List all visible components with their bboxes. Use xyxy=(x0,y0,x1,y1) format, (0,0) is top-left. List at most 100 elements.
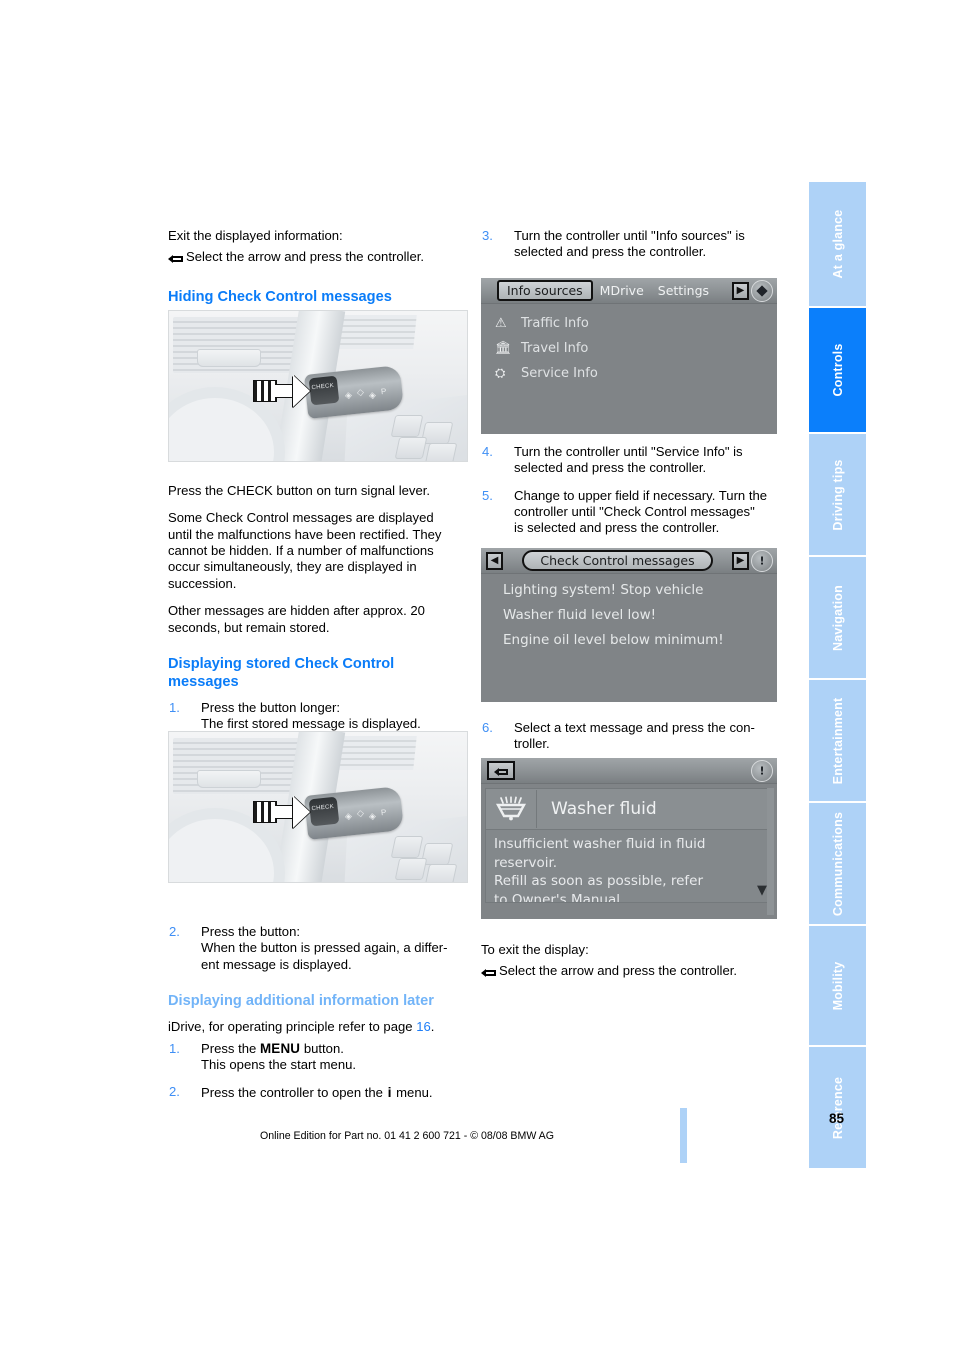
idrive-prev-arrow-icon[interactable]: ◀ xyxy=(486,551,503,570)
idrive-message-item[interactable]: Washer fluid level low! xyxy=(481,603,777,628)
step-line: ent message is displayed. xyxy=(201,956,352,972)
idrive-detail-line: Insufficient washer fluid in fluid xyxy=(494,836,706,852)
callout-bars-icon xyxy=(253,380,277,402)
dash-button xyxy=(394,437,428,459)
step-item: 1. Press the MENU button. This opens the… xyxy=(168,1041,460,1074)
step-text-pre: Press the xyxy=(201,1040,260,1056)
vent-control-tab xyxy=(197,770,261,788)
steps-right-4-5: 4. Turn the controller until "Service In… xyxy=(481,444,773,537)
check-button: CHECK xyxy=(308,375,340,406)
idrive-next-arrow-icon[interactable]: ▶ xyxy=(732,281,749,300)
callout-arrow xyxy=(253,794,311,830)
manual-page: At a glance Controls Driving tips Naviga… xyxy=(0,0,954,1350)
idrive-screen-check-control-messages: ◀ Check Control messages ▶ Lighting syst… xyxy=(481,548,777,702)
idrive-next-arrow-icon[interactable]: ▶ xyxy=(732,551,749,570)
sidebar-tab-driving-tips[interactable]: Driving tips xyxy=(809,434,866,557)
sidebar-tab-at-a-glance[interactable]: At a glance xyxy=(809,182,866,308)
step-line: Press the MENU button. xyxy=(201,1041,460,1057)
sidebar-tab-label: Navigation xyxy=(830,584,845,651)
steps-displaying-stored: 1. Press the button longer: The first st… xyxy=(168,700,460,733)
idrive-tab-mdrive[interactable]: MDrive xyxy=(593,283,651,298)
idrive-tab-info-sources[interactable]: Info sources xyxy=(497,280,593,301)
step-line: When the button is pressed again, a diff… xyxy=(201,940,448,956)
idrive-menu-bar xyxy=(481,758,777,784)
idrive-detail-header: Washer fluid xyxy=(485,788,773,829)
steps-displaying-additional: 1. Press the MENU button. This opens the… xyxy=(168,1041,460,1102)
sidebar-tab-communications[interactable]: Communications xyxy=(809,803,866,926)
figure-code xyxy=(459,794,465,796)
sidebar-tab-label: Mobility xyxy=(830,961,845,1010)
scroll-down-icon[interactable]: ▼ xyxy=(757,882,767,901)
lever-symbol-p-icon: P xyxy=(380,807,387,818)
heading-displaying-additional: Displaying additional information later xyxy=(168,993,434,1010)
return-arrow-icon xyxy=(481,965,497,977)
idrive-back-button[interactable] xyxy=(487,761,515,780)
step-line: Press the controller to open the i menu. xyxy=(201,1084,460,1101)
sidebar-tab-label: Communications xyxy=(830,811,845,916)
lever-symbol-center-icon: ◇ xyxy=(356,807,365,819)
warning-circle-icon xyxy=(751,549,773,572)
idrive-list: ⚠ Traffic Info 🏛 Travel Info ⛭ Service I… xyxy=(481,304,777,386)
idrive-detail-line: reservoir. xyxy=(494,854,558,871)
step-line: Turn the controller until "Info sources"… xyxy=(514,228,745,243)
washer-fluid-icon xyxy=(486,790,537,828)
menu-button-label: MENU xyxy=(259,1040,301,1056)
step-line: selected and press the controller. xyxy=(514,244,707,260)
dash-button xyxy=(394,858,428,880)
step-number: 3. xyxy=(482,228,493,243)
idrive-item-label: Service Info xyxy=(521,366,598,381)
sidebar-tab-controls[interactable]: Controls xyxy=(809,308,866,434)
para-idrive-reference: iDrive, for operating principle refer to… xyxy=(168,1019,460,1035)
step-item: 1. Press the button longer: The first st… xyxy=(168,700,460,733)
idrive-message-item[interactable]: Lighting system! Stop vehicle xyxy=(481,578,777,603)
sidebar-tab-mobility[interactable]: Mobility xyxy=(809,926,866,1047)
dash-button xyxy=(424,864,458,882)
lever-symbol-right-icon: ◈ xyxy=(368,389,377,401)
step-item: 4. Turn the controller until "Service In… xyxy=(481,444,773,477)
lever-symbol-left-icon: ◈ xyxy=(344,389,353,401)
sidebar-tab-label: Controls xyxy=(830,343,845,397)
idrive-detail-line: Refill as soon as possible, refer xyxy=(494,873,703,889)
idrive-controller-icon xyxy=(751,279,773,302)
step-line: Press the button longer: xyxy=(201,700,341,716)
idrive-tab-settings[interactable]: Settings xyxy=(651,283,716,298)
idrive-message-item[interactable]: Engine oil level below minimum! xyxy=(481,628,777,653)
step-line: selected and press the controller. xyxy=(514,460,707,476)
step-item: 2. Press the button: When the button is … xyxy=(168,924,460,973)
idrive-list-item-traffic-info[interactable]: ⚠ Traffic Info xyxy=(481,311,777,336)
callout-head-icon xyxy=(293,796,310,828)
sidebar-tab-entertainment[interactable]: Entertainment xyxy=(809,680,866,803)
check-button-label: CHECK xyxy=(311,382,335,392)
idrive-tabs xyxy=(481,758,777,783)
step-item: 5. Change to upper field if necessary. T… xyxy=(481,488,773,537)
exit-info-intro: Exit the displayed information: xyxy=(168,228,343,243)
sidebar-tab-navigation[interactable]: Navigation xyxy=(809,557,866,680)
dash-button xyxy=(390,415,424,437)
step-line: This opens the start menu. xyxy=(201,1056,357,1072)
idrive-detail-title: Washer fluid xyxy=(551,799,657,819)
steps-right-6: 6. Select a text message and press the c… xyxy=(481,720,773,753)
lever-symbol-left-icon: ◈ xyxy=(344,810,353,822)
idrive-list-item-service-info[interactable]: ⛭ Service Info xyxy=(481,361,777,386)
vent-control-tab xyxy=(197,349,261,367)
step-number: 4. xyxy=(482,443,493,459)
footer-text: Online Edition for Part no. 01 41 2 600 … xyxy=(259,1130,554,1142)
page-reference-link[interactable]: 16 xyxy=(416,1019,431,1034)
idrive-title-check-control-messages[interactable]: Check Control messages xyxy=(522,550,713,571)
idrive-list-item-travel-info[interactable]: 🏛 Travel Info xyxy=(481,336,777,361)
idrive-item-label: Travel Info xyxy=(521,341,589,356)
lever-symbol-p-icon: P xyxy=(380,386,387,397)
idrive-screen-info-sources: Info sources MDrive Settings ▶ ⚠ Traffic… xyxy=(481,278,777,434)
heading-hiding-check-control: Hiding Check Control messages xyxy=(168,288,392,305)
heading-displaying-stored: Displaying stored Check Control messages xyxy=(168,656,395,691)
steps-displaying-stored-2: 2. Press the button: When the button is … xyxy=(168,924,460,973)
step-item: 3. Turn the controller until "Info sourc… xyxy=(481,228,773,261)
sidebar-tab-label: At a glance xyxy=(830,209,845,279)
callout-bars-icon xyxy=(253,801,277,823)
step-line: controller until "Check Control messages… xyxy=(514,504,755,520)
sidebar-tab-label: Driving tips xyxy=(830,458,845,531)
sidebar-tab-reference[interactable]: Reference xyxy=(809,1047,866,1168)
step-text-pre: Press the controller to open the xyxy=(201,1085,387,1101)
figure-code xyxy=(459,373,465,375)
figure-code xyxy=(772,370,778,372)
